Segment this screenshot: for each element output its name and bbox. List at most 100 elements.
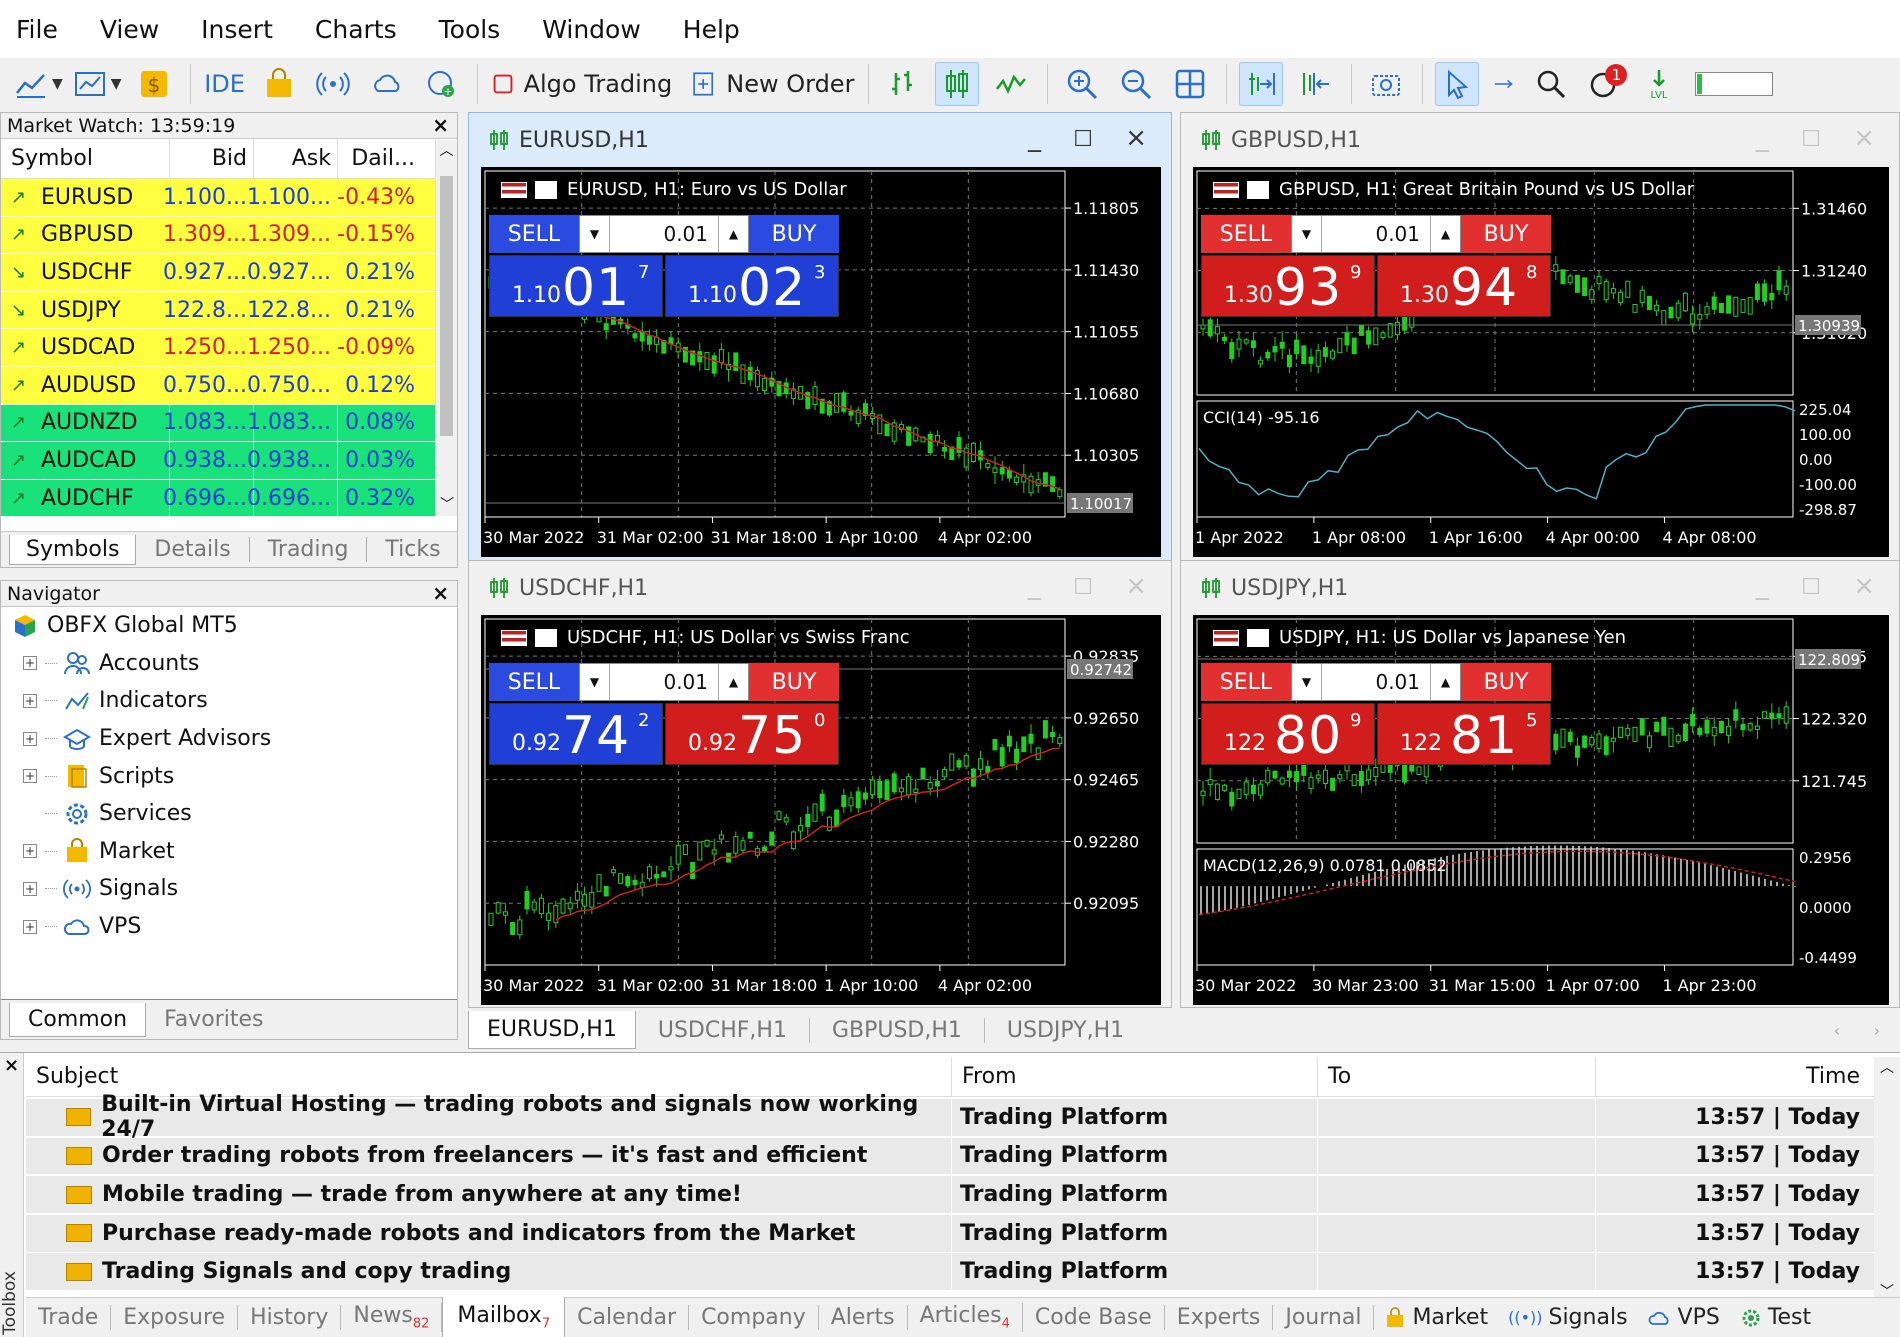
expand-icon[interactable]: + [23,656,37,671]
buy-price[interactable]: 1.30 94 8 [1377,255,1551,318]
market-watch-row[interactable]: ↗ EURUSD 1.100... 1.100... -0.43% [1,179,457,217]
col-from[interactable]: From [952,1056,1318,1097]
close-icon[interactable]: × [1125,571,1147,601]
volume-input[interactable]: ▼ 0.01 ▲ [579,663,749,701]
chevron-down-icon[interactable]: ▼ [1292,216,1322,252]
tab-journal[interactable]: Journal [1273,1305,1375,1330]
mail-row[interactable]: Order trading robots from freelancers — … [26,1137,1874,1176]
close-icon[interactable]: × [1853,571,1875,601]
nav-item-indicators[interactable]: + Indicators [1,682,457,720]
minimize-icon[interactable]: _ [1028,123,1041,153]
maximize-icon[interactable]: ☐ [1801,575,1821,600]
tab-exposure[interactable]: Exposure [111,1305,239,1330]
tab-history[interactable]: History [238,1305,342,1330]
market-watch-row[interactable]: ↗ AUDUSD 0.750... 0.750... 0.12% [1,366,457,405]
col-to[interactable]: To [1318,1056,1596,1097]
nav-item-services[interactable]: Services [1,795,457,833]
buy-button[interactable]: BUY [1461,663,1551,701]
buy-price[interactable]: 0.92 75 0 [665,703,839,766]
expand-icon[interactable]: + [23,693,37,708]
sell-price[interactable]: 0.92 74 2 [489,703,663,766]
chevron-up-icon[interactable]: ▲ [718,664,748,700]
col-symbol[interactable]: Symbol [1,146,169,171]
nav-item-vps[interactable]: + VPS [1,908,457,946]
volume-input[interactable]: ▼ 0.01 ▲ [1291,663,1461,701]
chart-area[interactable]: 122.895122.320121.745122.809MACD(12,26,9… [1193,615,1889,1005]
chevron-down-icon[interactable]: ▼ [580,664,610,700]
new-order-button[interactable]: New Order [690,62,854,106]
screenshot-button[interactable] [1364,62,1408,106]
sell-button[interactable]: SELL [1201,215,1291,253]
sell-price[interactable]: 1.10 01 7 [489,255,663,318]
col-bid[interactable]: Bid [169,139,253,178]
cursor-button[interactable] [1435,62,1480,106]
market-watch-row[interactable]: ↗ USDCAD 1.250... 1.250... -0.09% [1,329,457,367]
tab-alerts[interactable]: Alerts [819,1305,908,1330]
auto-scroll-button[interactable] [1239,62,1284,106]
tab-common[interactable]: Common [9,1002,147,1037]
new-chart-button[interactable]: ▼ [14,62,63,106]
tab-company[interactable]: Company [689,1305,819,1330]
scroll-up-icon[interactable]: ︿ [1874,1057,1900,1077]
tab-news[interactable]: News82 [341,1303,443,1332]
chart-tab-gbpusd[interactable]: GBPUSD,H1 [810,1017,985,1043]
expand-icon[interactable]: + [23,844,37,859]
chevron-up-icon[interactable]: ▲ [1430,216,1460,252]
expand-icon[interactable]: + [23,881,37,896]
ide-button[interactable]: IDE [203,62,247,106]
chevron-down-icon[interactable]: ▼ [580,216,610,252]
chart-window-usdchf[interactable]: USDCHF,H1 _ ☐ × 0.92835 0.92650 0.92465 0.9… [468,560,1172,1008]
maximize-icon[interactable]: ☐ [1073,575,1093,600]
volume-input[interactable]: ▼ 0.01 ▲ [1291,215,1461,253]
tab-tester[interactable]: Test [1730,1305,1821,1330]
nav-root[interactable]: OBFX Global MT5 [1,607,457,645]
close-icon[interactable]: × [1125,123,1147,153]
chevron-up-icon[interactable]: ▲ [718,216,748,252]
chart-shift-button[interactable] [1293,62,1337,106]
buy-button[interactable]: BUY [749,663,839,701]
chart-tab-usdchf[interactable]: USDCHF,H1 [636,1017,810,1043]
chart-tab-eurusd[interactable]: EURUSD,H1 [468,1011,636,1049]
chart-area[interactable]: 1.11805 1.11430 1.11055 1.10680 1.10305 1.100… [481,167,1161,557]
minimize-icon[interactable]: _ [1756,123,1769,153]
search-button[interactable] [1529,62,1573,106]
deposit-button[interactable]: $ [132,62,176,106]
nav-item-scripts[interactable]: + Scripts [1,757,457,795]
expand-icon[interactable]: + [23,769,37,784]
tab-signals[interactable]: ((•)) Signals [1498,1305,1637,1330]
signals-button[interactable] [311,62,355,106]
col-daily[interactable]: Dail... [337,139,423,178]
tab-trade[interactable]: Trade [26,1305,112,1330]
buy-button[interactable]: BUY [749,215,839,253]
expand-icon[interactable]: + [23,731,37,746]
chart-window-titlebar[interactable]: USDJPY,H1 _ ☐ × [1181,561,1899,615]
minimize-icon[interactable]: _ [1028,571,1041,601]
buy-button[interactable]: BUY [1461,215,1551,253]
buy-price[interactable]: 1.10 02 3 [665,255,839,318]
scrollbar[interactable]: ︿ ﹀ [435,140,457,516]
scroll-up-icon[interactable]: ︿ [436,140,457,160]
menu-charts[interactable]: Charts [315,15,419,44]
nav-item-market[interactable]: + Market [1,833,457,871]
algo-trading-button[interactable]: Algo Trading [490,62,672,106]
volume-input[interactable]: ▼ 0.01 ▲ [579,215,749,253]
market-watch-row[interactable]: ↗ AUDNZD 1.083... 1.083... 0.08% [1,404,457,443]
tab-symbols[interactable]: Symbols [9,534,137,565]
scrollbar-thumb[interactable] [440,176,453,436]
menu-help[interactable]: Help [683,15,762,44]
col-ask[interactable]: Ask [253,139,337,178]
tab-details[interactable]: Details [136,537,248,562]
mail-row[interactable]: Purchase ready-made robots and indicator… [26,1214,1874,1253]
candlestick-button[interactable] [935,62,980,106]
sell-button[interactable]: SELL [489,215,579,253]
tab-experts[interactable]: Experts [1165,1305,1274,1330]
market-watch-row[interactable]: ↗ AUDCAD 0.938... 0.938... 0.03% [1,442,457,480]
chart-window-usdjpy[interactable]: USDJPY,H1 _ ☐ × 122.895122.320121.745122… [1180,560,1900,1008]
menu-window[interactable]: Window [542,15,663,44]
menu-view[interactable]: View [100,15,181,44]
nav-item-signals[interactable]: + Signals [1,870,457,908]
chart-area[interactable]: 1.314601.312401.310201.30939CCI(14) -95.… [1193,167,1889,557]
chevron-up-icon[interactable]: ▲ [1430,664,1460,700]
market-button[interactable] [257,62,301,106]
notifications-button[interactable]: 1 [1583,62,1628,106]
